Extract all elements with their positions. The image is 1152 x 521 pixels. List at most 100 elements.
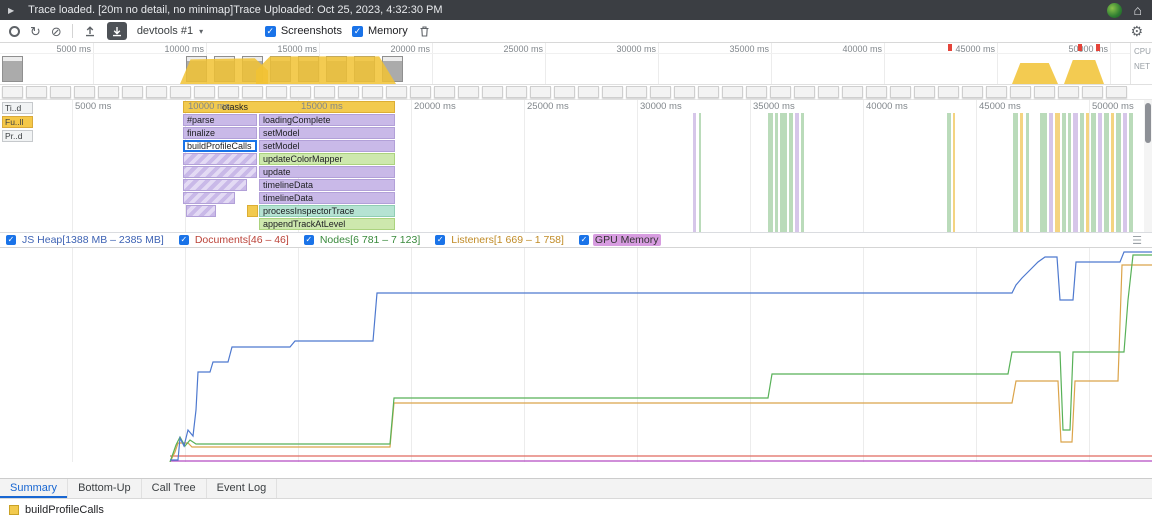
flame-entry[interactable]: appendTrackAtLevel bbox=[259, 218, 395, 230]
reload-and-record-button[interactable]: ↻ bbox=[30, 25, 41, 38]
screenshot-frame[interactable] bbox=[1058, 86, 1079, 98]
screenshot-frame[interactable] bbox=[122, 86, 143, 98]
screenshot-frame[interactable] bbox=[218, 86, 239, 98]
screenshot-frame[interactable] bbox=[386, 86, 407, 98]
history-select[interactable]: devtools #1 ▾ bbox=[137, 25, 255, 37]
screenshot-frame[interactable] bbox=[50, 86, 71, 98]
tab-call-tree[interactable]: Call Tree bbox=[142, 479, 207, 498]
checkbox-checked-icon[interactable]: ✓ bbox=[179, 235, 189, 245]
flame-entry[interactable]: loadingComplete bbox=[259, 114, 395, 126]
screenshot-frame[interactable] bbox=[506, 86, 527, 98]
flame-entry[interactable] bbox=[186, 205, 216, 217]
screenshots-toggle[interactable]: ✓ Screenshots bbox=[265, 25, 342, 37]
memory-counter-toggle[interactable]: ✓Listeners[1 669 – 1 758] bbox=[435, 234, 566, 246]
screenshot-frame[interactable] bbox=[362, 86, 383, 98]
avatar[interactable] bbox=[1107, 3, 1122, 18]
flame-entry[interactable]: #parse bbox=[183, 114, 257, 126]
record-button[interactable] bbox=[9, 26, 20, 37]
screenshot-frame[interactable] bbox=[794, 86, 815, 98]
checkbox-checked-icon[interactable]: ✓ bbox=[435, 235, 445, 245]
panel-resizer[interactable] bbox=[0, 462, 1152, 478]
tab-summary[interactable]: Summary bbox=[0, 479, 68, 498]
screenshot-frame[interactable] bbox=[434, 86, 455, 98]
checkbox-checked-icon[interactable]: ✓ bbox=[304, 235, 314, 245]
screenshot-frame[interactable] bbox=[194, 86, 215, 98]
screenshot-frame[interactable] bbox=[842, 86, 863, 98]
screenshot-frame[interactable] bbox=[26, 86, 47, 98]
checkbox-checked-icon[interactable]: ✓ bbox=[579, 235, 589, 245]
screenshot-frame[interactable] bbox=[914, 86, 935, 98]
screenshot-frame[interactable] bbox=[458, 86, 479, 98]
screenshot-frame[interactable] bbox=[962, 86, 983, 98]
screenshot-frame[interactable] bbox=[410, 86, 431, 98]
track-label[interactable]: Ti..d bbox=[2, 102, 33, 114]
track-label[interactable]: Pr..d bbox=[2, 130, 33, 142]
tab-event-log[interactable]: Event Log bbox=[207, 479, 278, 498]
settings-gear-icon[interactable]: ⚙ bbox=[1130, 23, 1143, 40]
flame-entry[interactable] bbox=[247, 205, 258, 217]
upload-trace-button[interactable] bbox=[83, 24, 97, 38]
timeline-overview[interactable]: 5000 ms10000 ms15000 ms20000 ms25000 ms3… bbox=[0, 43, 1152, 85]
screenshot-frame[interactable] bbox=[242, 86, 263, 98]
clear-button[interactable]: ⊘ bbox=[51, 25, 62, 38]
screenshot-frame[interactable] bbox=[770, 86, 791, 98]
screenshot-frame[interactable] bbox=[866, 86, 887, 98]
screenshot-frame[interactable] bbox=[986, 86, 1007, 98]
flame-entry[interactable]: setModel bbox=[259, 127, 395, 139]
memory-toggle[interactable]: ✓ Memory bbox=[352, 25, 408, 37]
screenshots-checkbox[interactable]: ✓ bbox=[265, 26, 276, 37]
screenshot-frame[interactable] bbox=[890, 86, 911, 98]
screenshot-frame[interactable] bbox=[170, 86, 191, 98]
screenshot-frame[interactable] bbox=[578, 86, 599, 98]
screenshot-frame[interactable] bbox=[938, 86, 959, 98]
tab-bottom-up[interactable]: Bottom-Up bbox=[68, 479, 142, 498]
track-label[interactable]: Fu..ll bbox=[2, 116, 33, 128]
screenshot-frame[interactable] bbox=[650, 86, 671, 98]
flame-entry[interactable] bbox=[183, 179, 247, 191]
flame-entry[interactable]: update bbox=[259, 166, 395, 178]
flame-entry[interactable] bbox=[183, 166, 257, 178]
screenshot-frame[interactable] bbox=[266, 86, 287, 98]
screenshot-frame[interactable] bbox=[674, 86, 695, 98]
checkbox-checked-icon[interactable]: ✓ bbox=[6, 235, 16, 245]
flame-entry[interactable] bbox=[183, 192, 235, 204]
overview-strip[interactable] bbox=[0, 54, 1130, 84]
flame-entry[interactable]: setModel bbox=[259, 140, 395, 152]
screenshot-frame[interactable] bbox=[602, 86, 623, 98]
screenshot-frame[interactable] bbox=[338, 86, 359, 98]
screenshot-frame[interactable] bbox=[626, 86, 647, 98]
memory-checkbox[interactable]: ✓ bbox=[352, 26, 363, 37]
screenshot-frame[interactable] bbox=[1082, 86, 1103, 98]
screenshot-frame[interactable] bbox=[74, 86, 95, 98]
home-icon[interactable]: ⌂ bbox=[1134, 3, 1142, 17]
flame-entry[interactable]: timelineData bbox=[259, 192, 395, 204]
flame-entry[interactable]: timelineData bbox=[259, 179, 395, 191]
screenshot-frame[interactable] bbox=[482, 86, 503, 98]
screenshot-frame[interactable] bbox=[722, 86, 743, 98]
memory-counter-toggle[interactable]: ✓GPU Memory bbox=[579, 234, 661, 246]
memory-counter-toggle[interactable]: ✓JS Heap[1388 MB – 2385 MB] bbox=[6, 234, 166, 246]
memory-counter-toggle[interactable]: ✓Nodes[6 781 – 7 123] bbox=[304, 234, 422, 246]
screenshot-frame[interactable] bbox=[1010, 86, 1031, 98]
scrollbar-thumb[interactable] bbox=[1145, 103, 1151, 143]
flame-chart[interactable]: 5000 ms10000 ms15000 ms20000 ms25000 ms3… bbox=[0, 100, 1152, 233]
download-trace-button[interactable] bbox=[107, 22, 127, 40]
screenshot-frame[interactable] bbox=[98, 86, 119, 98]
screenshot-frame[interactable] bbox=[746, 86, 767, 98]
screenshot-frame[interactable] bbox=[2, 86, 23, 98]
screenshot-frame[interactable] bbox=[1034, 86, 1055, 98]
flame-entry[interactable] bbox=[183, 153, 257, 165]
screenshot-frame[interactable] bbox=[698, 86, 719, 98]
screenshot-frame[interactable] bbox=[530, 86, 551, 98]
flame-entry[interactable]: buildProfileCalls bbox=[183, 140, 257, 152]
screenshot-frame[interactable] bbox=[1106, 86, 1127, 98]
overflow-menu-icon[interactable]: ☰ bbox=[1132, 234, 1142, 247]
screenshot-frame[interactable] bbox=[146, 86, 167, 98]
flame-scrollbar[interactable] bbox=[1144, 100, 1152, 232]
flame-entry[interactable]: processInspectorTrace bbox=[259, 205, 395, 217]
memory-counter-toggle[interactable]: ✓Documents[46 – 46] bbox=[179, 234, 291, 246]
flame-entry[interactable]: updateColorMapper bbox=[259, 153, 395, 165]
screenshot-frame[interactable] bbox=[290, 86, 311, 98]
flame-entry[interactable]: finalize bbox=[183, 127, 257, 139]
screenshot-frame[interactable] bbox=[554, 86, 575, 98]
